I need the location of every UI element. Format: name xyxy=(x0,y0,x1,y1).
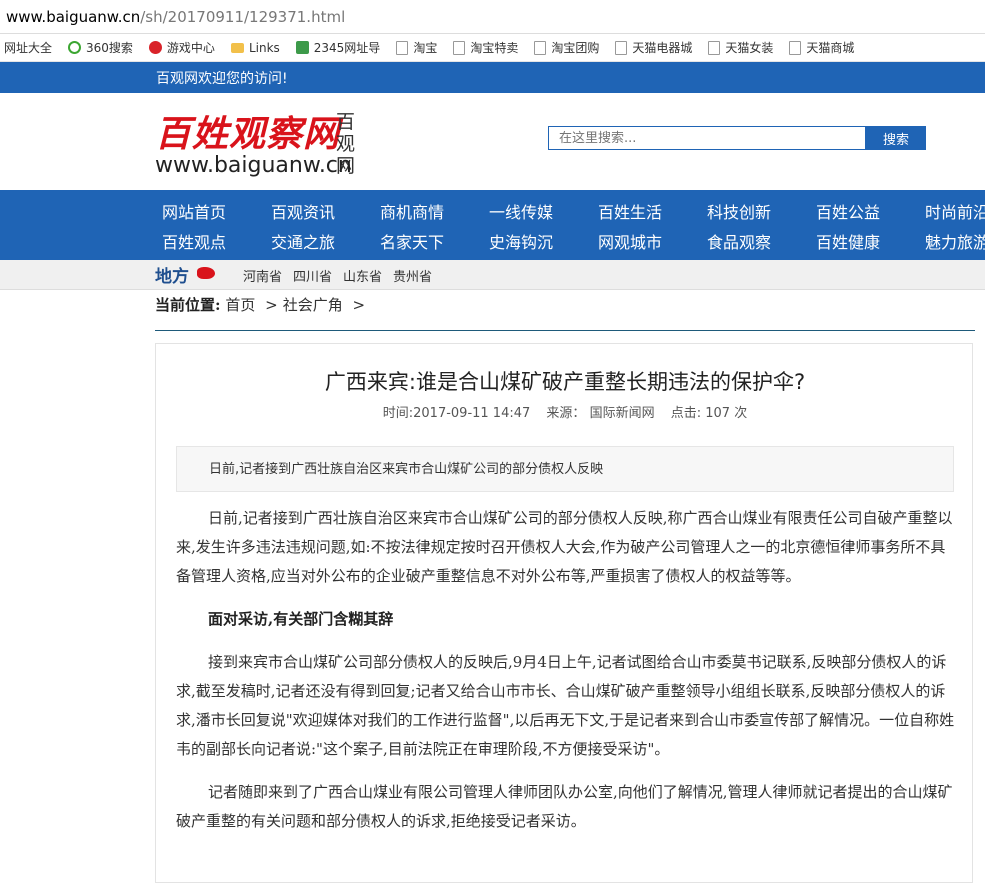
page-icon xyxy=(453,40,466,55)
article-source[interactable]: 国际新闻网 xyxy=(590,406,655,421)
divider xyxy=(155,330,975,331)
page-icon xyxy=(789,40,802,55)
article-subheading: 面对采访,有关部门含糊其辞 xyxy=(208,610,394,628)
nav-item[interactable]: 名家天下 xyxy=(380,229,489,253)
bookmark-item[interactable]: 淘宝团购 xyxy=(534,39,599,56)
article-paragraph: 接到来宾市合山煤矿公司部分债权人的反映后,9月4日上午,记者试图给合山市委莫书记… xyxy=(176,653,955,758)
bookmark-label: 天猫女装 xyxy=(725,41,774,55)
nav-item[interactable]: 史海钩沉 xyxy=(489,229,598,253)
2345-icon xyxy=(295,41,309,54)
nav-item[interactable]: 网观城市 xyxy=(598,229,707,253)
bookmark-label: 360搜索 xyxy=(86,41,133,55)
nav-item[interactable]: 百姓观点 xyxy=(162,229,271,253)
welcome-text: 百观网欢迎您的访问! xyxy=(156,70,288,87)
bookmark-label: 网址大全 xyxy=(4,41,53,55)
bookmark-item[interactable]: 淘宝 xyxy=(396,39,437,56)
search-button[interactable]: 搜索 xyxy=(866,126,926,150)
folder-icon xyxy=(230,42,244,53)
bookmark-item[interactable]: Links xyxy=(230,40,280,55)
breadcrumb-separator: > xyxy=(352,296,366,314)
nav-item[interactable]: 百姓生活 xyxy=(598,199,707,223)
search-box: 搜索 xyxy=(548,126,926,150)
site-logo[interactable]: 百姓观察网 百观网 www.baiguanw.cn xyxy=(155,101,360,185)
bookmark-label: 淘宝团购 xyxy=(551,41,600,55)
article-meta: 时间:2017-09-11 14:47 来源： 国际新闻网 点击: 107 次 xyxy=(156,402,974,421)
logo-text: 百姓观察网 xyxy=(155,113,341,155)
nav-item[interactable]: 时尚前沿 xyxy=(925,199,985,223)
bookmark-label: Links xyxy=(248,40,280,55)
main-nav: 网站首页 百观资讯 商机商情 一线传媒 百姓生活 科技创新 百姓公益 时尚前沿 … xyxy=(0,190,985,260)
source-label: 来源： xyxy=(546,406,586,421)
nav-item[interactable]: 魅力旅游 xyxy=(925,229,985,253)
nav-item[interactable]: 百姓公益 xyxy=(816,199,925,223)
bookmark-item[interactable]: 网址大全 xyxy=(0,39,52,56)
region-map-icon xyxy=(197,267,215,279)
bookmark-item[interactable]: 天猫电器城 xyxy=(615,39,692,56)
bookmark-item[interactable]: 360搜索 xyxy=(68,39,133,56)
clicks-label: 点击: xyxy=(670,406,702,421)
page-icon xyxy=(534,40,547,55)
local-bar: 地方 河南省 四川省 山东省 贵州省 xyxy=(0,260,985,290)
bookmark-label: 游戏中心 xyxy=(166,41,215,55)
nav-row-1: 网站首页 百观资讯 商机商情 一线传媒 百姓生活 科技创新 百姓公益 时尚前沿 xyxy=(162,199,985,223)
click-count: 107 xyxy=(705,406,731,421)
search-input[interactable] xyxy=(548,126,866,150)
bookmark-item[interactable]: 2345网址导 xyxy=(295,39,381,56)
breadcrumb-category[interactable]: 社会广角 xyxy=(283,296,343,314)
nav-item[interactable]: 食品观察 xyxy=(707,229,816,253)
360-icon xyxy=(68,41,82,54)
nav-item[interactable]: 商机商情 xyxy=(380,199,489,223)
article-title: 广西来宾:谁是合山煤矿破产重整长期违法的保护伞? xyxy=(324,370,806,394)
bookmarks-bar: 网址大全 360搜索 游戏中心 Links 2345网址导 淘宝 淘宝特卖 淘宝… xyxy=(0,34,985,62)
logo-domain: www.baiguanw.cn xyxy=(155,153,352,178)
article-summary: 日前,记者接到广西壮族自治区来宾市合山煤矿公司的部分债权人反映 xyxy=(176,446,954,492)
article-panel: 广西来宾:谁是合山煤矿破产重整长期违法的保护伞? 时间:2017-09-11 1… xyxy=(155,343,973,883)
province-link[interactable]: 山东省 xyxy=(343,266,382,285)
article-time: 时间:2017-09-11 14:47 xyxy=(382,406,531,421)
clicks-unit: 次 xyxy=(734,406,748,421)
article-body: 日前,记者接到广西壮族自治区来宾市合山煤矿公司的部分债权人反映,称广西合山煤业有… xyxy=(176,504,956,850)
page-icon xyxy=(708,40,721,55)
welcome-bar: 百观网欢迎您的访问! xyxy=(0,62,985,93)
nav-item[interactable]: 百观资讯 xyxy=(271,199,380,223)
breadcrumb-label: 当前位置: xyxy=(155,296,221,314)
nav-item[interactable]: 交通之旅 xyxy=(271,229,380,253)
nav-item[interactable]: 百姓健康 xyxy=(816,229,925,253)
bookmark-label: 天猫电器城 xyxy=(632,41,693,55)
game-icon xyxy=(148,41,162,54)
province-link[interactable]: 贵州省 xyxy=(393,266,432,285)
bookmark-item[interactable]: 淘宝特卖 xyxy=(453,39,518,56)
nav-item[interactable]: 科技创新 xyxy=(707,199,816,223)
bookmark-item[interactable]: 天猫商城 xyxy=(789,39,854,56)
local-label: 地方 xyxy=(155,267,189,287)
nav-item[interactable]: 一线传媒 xyxy=(489,199,598,223)
bookmark-label: 天猫商城 xyxy=(806,41,855,55)
province-list: 河南省 四川省 山东省 贵州省 xyxy=(243,266,443,285)
bookmark-label: 2345网址导 xyxy=(313,41,381,55)
address-bar[interactable]: www.baiguanw.cn/sh/20170911/129371.html xyxy=(0,0,985,34)
article-paragraph: 记者随即来到了广西合山煤业有限公司管理人律师团队办公室,向他们了解情况,管理人律… xyxy=(176,783,953,830)
bookmark-item[interactable]: 游戏中心 xyxy=(148,39,215,56)
url-host: www.baiguanw.cn xyxy=(6,7,141,26)
bookmark-item[interactable]: 天猫女装 xyxy=(708,39,773,56)
breadcrumb-separator: > xyxy=(265,296,278,314)
nav-row-2: 百姓观点 交通之旅 名家天下 史海钩沉 网观城市 食品观察 百姓健康 魅力旅游 xyxy=(162,229,985,253)
url-path: /sh/20170911/129371.html xyxy=(140,7,346,26)
site-header: 百姓观察网 百观网 www.baiguanw.cn 搜索 xyxy=(0,93,985,190)
bookmark-label: 淘宝 xyxy=(413,41,438,55)
page-icon xyxy=(396,40,409,55)
breadcrumb-home[interactable]: 首页 xyxy=(225,296,255,314)
province-link[interactable]: 河南省 xyxy=(243,266,282,285)
article-paragraph: 日前,记者接到广西壮族自治区来宾市合山煤矿公司的部分债权人反映,称广西合山煤业有… xyxy=(176,509,953,585)
breadcrumb: 当前位置: 首页 > 社会广角 > xyxy=(155,294,370,315)
nav-item[interactable]: 网站首页 xyxy=(162,199,271,223)
bookmark-label: 淘宝特卖 xyxy=(470,41,519,55)
province-link[interactable]: 四川省 xyxy=(293,266,332,285)
page-icon xyxy=(615,40,628,55)
